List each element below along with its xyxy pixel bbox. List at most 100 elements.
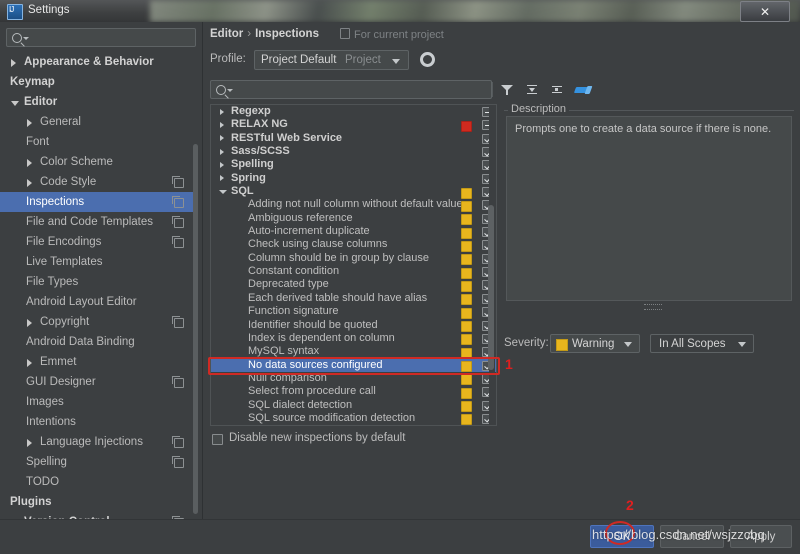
sidebar-item-color-scheme[interactable]: Color Scheme xyxy=(0,152,196,172)
inspection-row[interactable]: SQL source modification detection xyxy=(211,412,496,425)
sidebar-item-inspections[interactable]: Inspections xyxy=(0,192,196,212)
sidebar-item-file-types[interactable]: File Types xyxy=(0,272,196,292)
sidebar-item-android-data-binding[interactable]: Android Data Binding xyxy=(0,332,196,352)
chevron-right-icon[interactable] xyxy=(11,59,16,67)
copy-settings-icon[interactable] xyxy=(172,176,184,188)
inspection-row[interactable]: Spelling xyxy=(211,158,496,171)
chevron-right-icon[interactable] xyxy=(220,108,224,115)
inspection-row[interactable]: Regexp xyxy=(211,105,496,118)
sidebar-item-file-encodings[interactable]: File Encodings xyxy=(0,232,196,252)
inspection-search[interactable] xyxy=(210,80,492,99)
profile-select[interactable]: Project Default Project xyxy=(254,50,409,70)
inspection-row[interactable]: SQL dialect detection xyxy=(211,399,496,413)
sidebar-item-label: Intentions xyxy=(26,416,76,428)
inspection-row[interactable]: Adding not null column without default v… xyxy=(211,198,496,212)
chevron-right-icon[interactable] xyxy=(220,135,224,142)
inspection-row[interactable]: RELAX NG xyxy=(211,118,496,132)
scope-select[interactable]: In All Scopes xyxy=(650,334,754,353)
sidebar-item-copyright[interactable]: Copyright xyxy=(0,312,196,332)
copy-settings-icon[interactable] xyxy=(172,436,184,448)
inspection-row[interactable]: Sass/SCSS xyxy=(211,145,496,158)
sidebar-item-spelling[interactable]: Spelling xyxy=(0,452,196,472)
sidebar-item-code-style[interactable]: Code Style xyxy=(0,172,196,192)
scope-value: In All Scopes xyxy=(659,337,726,350)
inspection-row[interactable]: Column should be in group by clause xyxy=(211,252,496,266)
collapse-all-icon[interactable] xyxy=(550,83,564,97)
disable-new-inspections-checkbox[interactable] xyxy=(212,434,223,445)
cancel-button[interactable]: Cancel xyxy=(660,525,724,548)
sidebar-item-general[interactable]: General xyxy=(0,112,196,132)
inspection-row[interactable]: Spring xyxy=(211,172,496,185)
severity-swatch-icon xyxy=(461,414,472,425)
breadcrumb-parent[interactable]: Editor xyxy=(210,28,243,40)
sidebar-item-appearance-behavior[interactable]: Appearance & Behavior xyxy=(0,52,196,72)
filter-icon[interactable] xyxy=(500,83,514,97)
expand-all-icon[interactable] xyxy=(525,83,539,97)
sidebar-item-editor[interactable]: Editor xyxy=(0,92,196,112)
copy-settings-icon[interactable] xyxy=(172,236,184,248)
sidebar-item-font[interactable]: Font xyxy=(0,132,196,152)
sidebar-scrollbar-track[interactable] xyxy=(193,54,200,514)
sidebar-item-emmet[interactable]: Emmet xyxy=(0,352,196,372)
list-scrollbar-track[interactable] xyxy=(488,105,495,425)
ok-button[interactable]: OK xyxy=(590,525,654,548)
sidebar-item-intentions[interactable]: Intentions xyxy=(0,412,196,432)
sidebar-item-file-and-code-templates[interactable]: File and Code Templates xyxy=(0,212,196,232)
inspection-row[interactable]: SQL xyxy=(211,185,496,199)
sidebar-search[interactable] xyxy=(6,28,196,47)
inspection-row[interactable]: Identifier should be quoted xyxy=(211,319,496,332)
chevron-right-icon[interactable] xyxy=(27,359,32,367)
inspection-row[interactable]: Null comparison xyxy=(211,372,496,386)
resize-grip[interactable] xyxy=(644,304,662,310)
inspection-row[interactable]: Index is dependent on column xyxy=(211,332,496,346)
copy-settings-icon[interactable] xyxy=(172,196,184,208)
apply-button[interactable]: Apply xyxy=(730,525,792,548)
inspection-row[interactable]: Deprecated type xyxy=(211,278,496,292)
close-icon[interactable]: ✕ xyxy=(740,1,790,22)
list-scrollbar-thumb[interactable] xyxy=(488,205,494,370)
copy-settings-icon[interactable] xyxy=(172,316,184,328)
chevron-right-icon[interactable] xyxy=(27,439,32,447)
chevron-right-icon[interactable] xyxy=(220,161,224,168)
chevron-right-icon[interactable] xyxy=(220,148,224,155)
inspection-row[interactable]: Select from procedure call xyxy=(211,385,496,399)
inspection-row-selected[interactable]: No data sources configured xyxy=(211,358,496,373)
sidebar-item-todo[interactable]: TODO xyxy=(0,472,196,492)
sidebar-scrollbar-thumb[interactable] xyxy=(193,144,198,514)
inspection-row[interactable]: MySQL syntax xyxy=(211,345,496,359)
chevron-right-icon[interactable] xyxy=(220,121,224,128)
breadcrumb-current: Inspections xyxy=(255,28,319,40)
inspection-row[interactable]: Check using clause columns xyxy=(211,238,496,252)
inspections-list[interactable]: Regexp RELAX NG RESTful Web Service Sass/SC… xyxy=(210,104,497,426)
chevron-right-icon[interactable] xyxy=(27,179,32,187)
inspection-row[interactable]: Auto-increment duplicate xyxy=(211,225,496,239)
sidebar-item-images[interactable]: Images xyxy=(0,392,196,412)
inspection-row[interactable]: Each derived table should have alias xyxy=(211,292,496,306)
description-textarea[interactable]: Prompts one to create a data source if t… xyxy=(506,116,792,301)
chevron-down-icon[interactable] xyxy=(219,190,227,195)
reset-brush-icon[interactable] xyxy=(575,83,591,97)
copy-settings-icon[interactable] xyxy=(172,376,184,388)
inspection-row[interactable]: RESTful Web Service xyxy=(211,132,496,145)
sidebar-item-plugins[interactable]: Plugins xyxy=(0,492,196,512)
sidebar-item-android-layout-editor[interactable]: Android Layout Editor xyxy=(0,292,196,312)
chevron-right-icon[interactable] xyxy=(27,119,32,127)
severity-select[interactable]: Warning xyxy=(550,334,640,353)
inspection-row[interactable]: Function signature xyxy=(211,305,496,319)
copy-settings-icon[interactable] xyxy=(172,456,184,468)
inspection-row[interactable]: Statement with side effects xyxy=(211,425,496,426)
sidebar-item-keymap[interactable]: Keymap xyxy=(0,72,196,92)
chevron-right-icon[interactable] xyxy=(220,175,224,182)
chevron-right-icon[interactable] xyxy=(27,319,32,327)
search-input[interactable] xyxy=(6,28,196,47)
copy-settings-icon[interactable] xyxy=(172,216,184,228)
inspection-row[interactable]: Ambiguous reference xyxy=(211,212,496,226)
search-input[interactable] xyxy=(210,80,492,99)
gear-icon[interactable] xyxy=(420,52,435,67)
chevron-down-icon[interactable] xyxy=(11,101,19,106)
sidebar-item-language-injections[interactable]: Language Injections xyxy=(0,432,196,452)
sidebar-item-live-templates[interactable]: Live Templates xyxy=(0,252,196,272)
inspection-row[interactable]: Constant condition xyxy=(211,265,496,279)
chevron-right-icon[interactable] xyxy=(27,159,32,167)
sidebar-item-gui-designer[interactable]: GUI Designer xyxy=(0,372,196,392)
